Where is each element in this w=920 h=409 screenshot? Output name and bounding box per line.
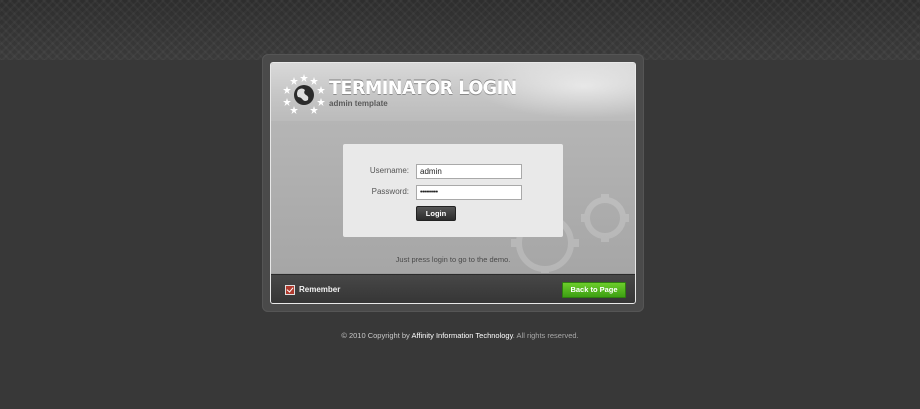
copyright-prefix: © 2010 Copyright by [341,331,412,340]
remember-label[interactable]: Remember [299,285,340,294]
login-header: TERMINATOR LOGIN admin template [271,63,635,122]
login-content: Username: admin Password: ••••••••• Logi… [271,121,635,273]
password-label: Password: [371,187,409,196]
remember-checkbox[interactable] [285,285,295,295]
copyright-suffix: . All rights reserved. [512,331,579,340]
back-to-page-button[interactable]: Back to Page [562,282,626,298]
copyright-company-link[interactable]: Affinity Information Technology [411,331,512,340]
top-texture-band [0,0,920,60]
login-button[interactable]: Login [416,206,456,221]
login-form: Username: admin Password: ••••••••• Logi… [343,144,563,237]
demo-hint: Just press login to go to the demo. [395,255,511,264]
login-box: TERMINATOR LOGIN admin template Username… [270,62,636,304]
page-subtitle: admin template [329,99,388,108]
page-title: TERMINATOR LOGIN [329,77,517,99]
login-frame: TERMINATOR LOGIN admin template Username… [262,54,644,312]
username-label: Username: [369,166,409,175]
copyright: © 2010 Copyright by Affinity Information… [0,331,920,340]
globe-stars-icon [283,74,325,114]
username-input[interactable]: admin [416,164,522,179]
password-input[interactable]: ••••••••• [416,185,522,200]
login-footer-bar: Remember Back to Page [271,274,635,303]
